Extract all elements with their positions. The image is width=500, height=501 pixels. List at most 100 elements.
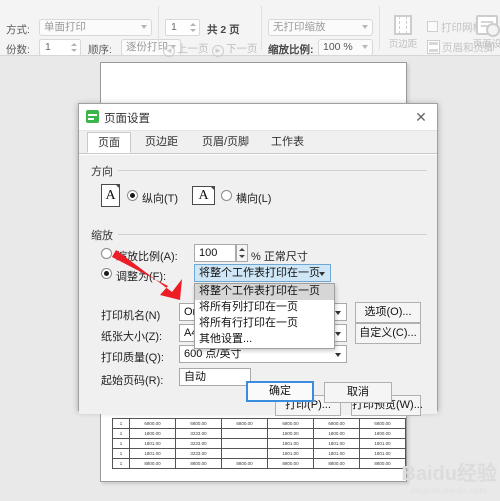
chevron-down-icon <box>141 25 147 29</box>
page-setup-icon <box>476 15 500 37</box>
portrait-icon-glyph: A <box>105 188 116 203</box>
prev-page-label: 上一页 <box>177 43 209 55</box>
order-label: 顺序: <box>88 44 112 56</box>
dropdown-option-whole-sheet[interactable]: 将整个工作表打印在一页 <box>195 284 334 300</box>
page-setup-dialog: 页面设置 ✕ 页面 页边距 页眉/页脚 工作表 方向 A 纵向(T) A 横向(… <box>78 103 438 416</box>
fit-to-label: 调整为(F): <box>116 271 167 283</box>
table-cell: 1 <box>112 438 130 449</box>
start-page-label: 起始页码(R): <box>101 375 164 387</box>
page-total-label: 共 2 页 <box>207 24 240 36</box>
close-icon[interactable]: ✕ <box>411 108 431 126</box>
landscape-radio[interactable] <box>221 190 232 201</box>
arrow-left-icon: ◄ <box>163 45 175 57</box>
group-divider <box>91 170 427 171</box>
scale-percent-suffix: % 正常尺寸 <box>251 251 308 263</box>
landscape-icon-glyph: A <box>198 188 209 203</box>
page-fold-icon <box>115 184 120 189</box>
copies-input[interactable]: 1 <box>39 39 81 56</box>
tab-worksheet[interactable]: 工作表 <box>261 132 314 153</box>
portrait-radio[interactable] <box>127 190 138 201</box>
margins-button[interactable]: 页边距 <box>384 15 422 50</box>
print-scaling-combo[interactable]: 无打印缩放 <box>268 19 373 36</box>
mode-label: 方式: <box>6 24 30 36</box>
next-page-button[interactable]: ► 下一页 <box>212 41 258 57</box>
dialog-tabs: 页面 页边距 页眉/页脚 工作表 <box>79 131 437 154</box>
dropdown-option-label: 将所有行打印在一页 <box>199 317 298 329</box>
zoom-label: 缩放比例: <box>268 44 314 56</box>
tab-worksheet-label: 工作表 <box>271 136 304 148</box>
stepper-up-icon[interactable] <box>71 43 77 46</box>
stepper-up-icon[interactable] <box>239 248 245 251</box>
cancel-button[interactable]: 取消 <box>324 382 392 403</box>
table-cell: 1801.00 <box>313 438 360 449</box>
printer-options-label: 选项(O)... <box>364 306 412 318</box>
tab-margins[interactable]: 页边距 <box>135 132 188 153</box>
print-preview-toolbar: 方式: 单面打印 份数: 1 顺序: 逐份打印 1 共 2 页 ◄ 上一页 ► 下一… <box>0 0 500 57</box>
watermark-main: Baidu经验 <box>401 463 497 485</box>
mode-combo-value: 单面打印 <box>44 21 86 33</box>
start-page-value: 自动 <box>184 371 206 383</box>
copies-value: 1 <box>45 41 51 53</box>
watermark: Baidu经验 jingyan.baidu.com <box>401 464 497 495</box>
dropdown-option-label: 将整个工作表打印在一页 <box>199 285 320 297</box>
dropdown-option-all-rows[interactable]: 将所有行打印在一页 <box>195 316 334 332</box>
toolbar-divider <box>158 6 159 50</box>
stepper-up-icon[interactable] <box>190 23 196 26</box>
cancel-button-label: 取消 <box>347 386 369 398</box>
tab-header-footer[interactable]: 页眉/页脚 <box>192 132 259 153</box>
toolbar-divider <box>379 6 380 50</box>
scale-percent-stepper[interactable] <box>236 244 248 262</box>
mode-combo[interactable]: 单面打印 <box>39 19 152 36</box>
ok-button-label: 确定 <box>269 385 291 397</box>
app-root: 1 6800.00 6800.00 6800.00 6800.00 6800.00 6800… <box>0 0 500 501</box>
group-divider <box>91 234 427 235</box>
paper-custom-button[interactable]: 自定义(C)... <box>355 323 421 344</box>
tab-page[interactable]: 页面 <box>87 132 131 153</box>
table-cell: 1800.00 <box>359 428 406 439</box>
table-cell: 1 <box>112 428 130 439</box>
print-quality-value: 600 点/英寸 <box>184 348 242 360</box>
print-scaling-value: 无打印缩放 <box>273 21 326 33</box>
dropdown-option-label: 其他设置... <box>199 333 253 345</box>
scale-percent-radio[interactable] <box>101 248 112 259</box>
header-footer-icon <box>427 40 440 54</box>
start-page-input[interactable]: 自动 <box>179 368 251 386</box>
printer-options-button[interactable]: 选项(O)... <box>355 302 421 323</box>
page-setup-label: 页面设 <box>472 39 500 50</box>
table-cell: 1800.00 <box>129 428 176 439</box>
paper-size-label: 纸张大小(Z): <box>101 331 163 343</box>
table-cell: 6800.00 <box>129 418 176 429</box>
app-icon <box>86 110 99 123</box>
stepper-down-icon[interactable] <box>239 255 245 258</box>
table-cell: 1801.00 <box>267 448 314 459</box>
table-cell: 1801.00 <box>359 448 406 459</box>
prev-page-button[interactable]: ◄ 上一页 <box>163 41 209 57</box>
table-cell: 1 <box>112 418 130 429</box>
table-cell: 1801.00 <box>129 438 176 449</box>
dropdown-option-other-settings[interactable]: 其他设置... <box>195 332 334 348</box>
dropdown-option-all-columns[interactable]: 将所有列打印在一页 <box>195 300 334 316</box>
dialog-body: 方向 A 纵向(T) A 横向(L) 缩放 缩放比例(A): 100 % 正常尺… <box>79 154 437 416</box>
table-cell: 8800.00 <box>129 458 176 469</box>
fit-to-value: 将整个工作表打印在一页 <box>199 267 320 279</box>
stepper-down-icon[interactable] <box>71 49 77 52</box>
ok-button[interactable]: 确定 <box>246 381 314 402</box>
page-setup-button[interactable]: 页面设 <box>472 15 500 50</box>
fit-to-radio[interactable] <box>101 268 112 279</box>
table-cell: 3233.00 <box>175 438 222 449</box>
portrait-icon: A <box>101 184 120 207</box>
table-cell: 1 <box>112 448 130 459</box>
zoom-combo[interactable]: 100 % <box>318 39 373 56</box>
watermark-sub: jingyan.baidu.com <box>411 485 487 495</box>
tab-margins-label: 页边距 <box>145 136 178 148</box>
fit-to-dropdown-list[interactable]: 将整个工作表打印在一页 将所有列打印在一页 将所有行打印在一页 其他设置... <box>194 283 335 349</box>
table-row: 1 1801.00 3233.00 1801.00 1801.00 1801.00 <box>112 448 406 459</box>
page-number-input[interactable]: 1 <box>165 19 200 36</box>
stepper-down-icon[interactable] <box>190 29 196 32</box>
table-cell: 6800.00 <box>359 418 406 429</box>
fit-to-combo[interactable]: 将整个工作表打印在一页 <box>194 264 331 282</box>
scale-percent-input[interactable]: 100 <box>194 244 236 262</box>
chevron-down-icon[interactable] <box>315 265 330 281</box>
next-page-label: 下一页 <box>226 43 258 55</box>
checkbox-icon[interactable] <box>427 21 438 32</box>
